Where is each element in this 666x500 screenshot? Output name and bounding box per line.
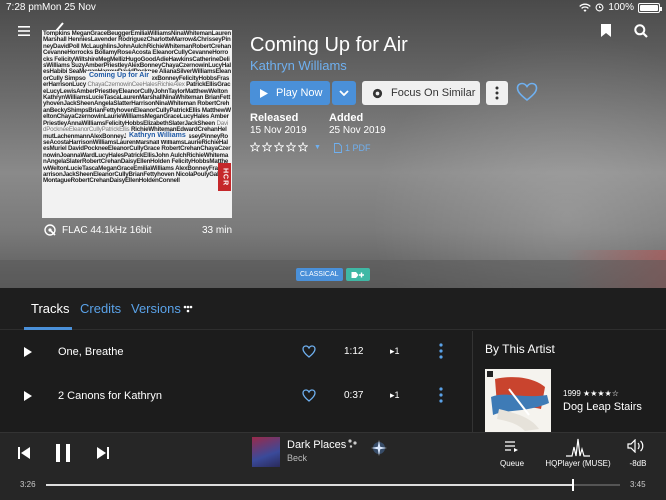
aperture-icon: [372, 88, 383, 98]
add-tag-button[interactable]: [346, 268, 370, 281]
genre-tag[interactable]: CLASSICAL: [296, 268, 343, 281]
star-icon[interactable]: [250, 142, 260, 152]
volume-icon[interactable]: [627, 439, 645, 453]
cover-text-pattern: Tompkins MeganGraceBeuggerEmiliaWilliams…: [43, 30, 231, 185]
artist-album-cover[interactable]: [485, 369, 551, 432]
star-icon[interactable]: [274, 142, 284, 152]
status-date: Mon 25 Nov: [42, 2, 96, 13]
album-title: Coming Up for Air: [250, 34, 408, 56]
play-options-dropdown[interactable]: [332, 81, 356, 105]
chevron-down-icon: [339, 90, 349, 96]
now-playing-cover[interactable]: [252, 437, 280, 467]
status-bar: 7:28 pm Mon 25 Nov 100%: [0, 0, 666, 16]
cover-badge: HCR: [218, 163, 231, 191]
audio-output-label[interactable]: HQPlayer (MUSE): [540, 459, 616, 468]
pdf-link[interactable]: 1 PDF: [334, 143, 371, 153]
audio-output-icon[interactable]: [566, 437, 590, 457]
play-icon: [260, 88, 268, 98]
versions-dots-icon: [183, 305, 193, 313]
detail-tabs: Tracks Credits Versions: [0, 288, 666, 330]
track-title: One, Breathe: [58, 346, 124, 358]
track-list: One, Breathe 1:12 ▸1 2 Canons for Kathry…: [0, 331, 470, 432]
track-row[interactable]: 2 Canons for Kathryn 0:37 ▸1: [0, 375, 470, 419]
heart-icon[interactable]: [302, 389, 316, 402]
by-this-artist-panel: By This Artist 1999 ★★★★☆ Dog Leap Stair…: [472, 331, 666, 432]
cover-title-label: Coming Up for Air: [86, 71, 153, 80]
playback-progress-bar[interactable]: [46, 479, 620, 491]
document-icon: [334, 143, 342, 153]
active-tab-indicator: [24, 327, 72, 330]
wifi-icon: [579, 3, 592, 12]
tab-credits[interactable]: Credits: [80, 301, 121, 316]
track-play-count: ▸1: [390, 390, 400, 400]
tab-versions[interactable]: Versions: [131, 301, 181, 316]
radio-link-icon[interactable]: [348, 439, 357, 448]
format-row: FLAC 44.1kHz 16bit 33 min: [44, 224, 232, 236]
focus-on-similar-button[interactable]: Focus On Similar: [362, 81, 480, 105]
vertical-dots-icon: [495, 86, 499, 100]
status-time: 7:28 pm: [6, 2, 43, 13]
status-right: 100%: [579, 2, 662, 13]
progress-fill: [46, 484, 572, 486]
tab-tracks[interactable]: Tracks: [31, 301, 70, 316]
play-now-label: Play Now: [276, 87, 323, 99]
elapsed-time: 3:26: [20, 480, 36, 489]
format-label: FLAC 44.1kHz 16bit: [62, 224, 152, 236]
play-now-button[interactable]: Play Now: [250, 81, 330, 105]
progress-knob[interactable]: [571, 479, 574, 491]
next-track-icon[interactable]: [97, 447, 109, 459]
released-label: Released: [250, 112, 299, 124]
artist-album-year-rating: 1999 ★★★★☆: [563, 389, 619, 398]
track-duration: 0:37: [344, 390, 364, 401]
battery-percent: 100%: [608, 2, 634, 13]
bookmark-icon[interactable]: [598, 20, 614, 40]
heart-icon[interactable]: [302, 345, 316, 358]
rating-caret-icon[interactable]: ▼: [314, 144, 321, 151]
tag-plus-icon: [351, 271, 364, 278]
menu-icon[interactable]: [14, 22, 34, 40]
added-label: Added: [329, 112, 364, 124]
track-play-count: ▸1: [390, 346, 400, 356]
track-duration: 1:12: [344, 346, 364, 357]
by-this-artist-heading: By This Artist: [485, 342, 555, 356]
more-options-button[interactable]: [486, 81, 508, 105]
track-row[interactable]: One, Breathe 1:12 ▸1: [0, 331, 470, 375]
play-track-icon[interactable]: [24, 347, 32, 357]
sparkle-icon[interactable]: [370, 439, 388, 457]
released-value: 15 Nov 2019: [250, 125, 307, 136]
star-icon[interactable]: [262, 142, 272, 152]
rating-stars[interactable]: ▼: [250, 142, 321, 152]
focus-on-similar-label: Focus On Similar: [391, 87, 476, 99]
volume-label[interactable]: -8dB: [624, 459, 652, 468]
track-menu-icon[interactable]: [438, 343, 444, 359]
album-cover[interactable]: Tompkins MeganGraceBeuggerEmiliaWilliams…: [42, 30, 232, 218]
added-value: 25 Nov 2019: [329, 125, 386, 136]
alarm-icon: [595, 3, 604, 12]
queue-label[interactable]: Queue: [500, 459, 524, 468]
cover-artist-label: Kathryn Williams: [126, 131, 189, 140]
quality-icon: [44, 224, 56, 236]
artist-album-title[interactable]: Dog Leap Stairs: [563, 401, 642, 413]
previous-track-icon[interactable]: [18, 447, 30, 459]
now-playing-bar: Dark Places Beck Queue HQPlayer (MUSE) -…: [0, 432, 666, 500]
album-duration: 33 min: [201, 224, 232, 236]
now-playing-title[interactable]: Dark Places: [287, 439, 346, 451]
search-icon[interactable]: [630, 20, 652, 42]
star-icon[interactable]: [286, 142, 296, 152]
now-playing-artist[interactable]: Beck: [287, 453, 307, 463]
pause-icon[interactable]: [55, 444, 71, 462]
battery-icon: [638, 2, 662, 13]
track-menu-icon[interactable]: [438, 387, 444, 403]
play-track-icon[interactable]: [24, 391, 32, 401]
cover-badge-text: HCR: [221, 167, 229, 187]
pdf-label: 1 PDF: [345, 143, 371, 153]
total-time: 3:45: [630, 480, 646, 489]
track-title: 2 Canons for Kathryn: [58, 390, 162, 402]
album-artist-link[interactable]: Kathryn Williams: [250, 58, 347, 73]
queue-icon[interactable]: [505, 441, 519, 453]
favorite-album-heart-icon[interactable]: [516, 82, 540, 104]
star-icon[interactable]: [298, 142, 308, 152]
